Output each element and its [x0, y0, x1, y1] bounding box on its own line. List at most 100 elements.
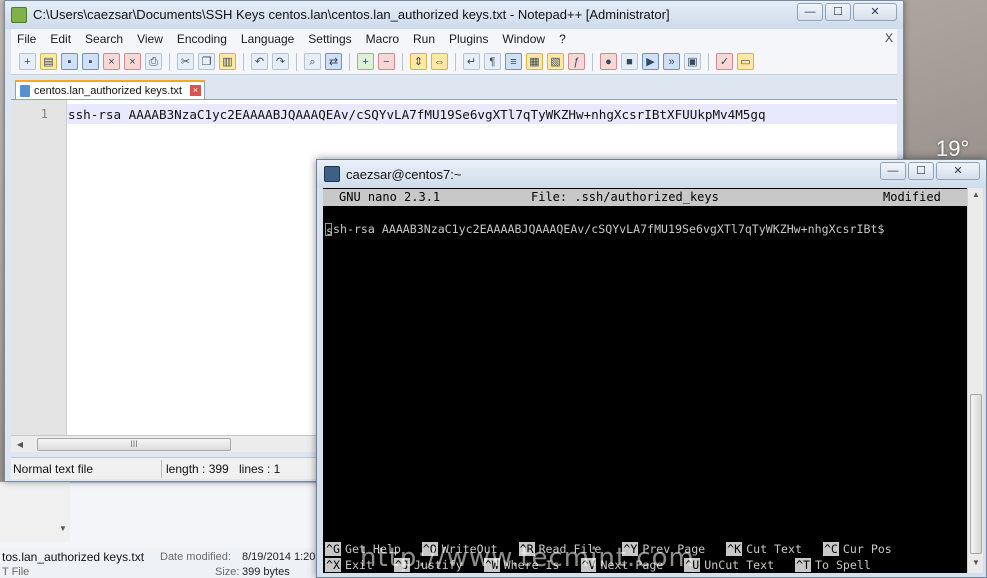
- function-list-icon[interactable]: ƒ: [568, 53, 585, 70]
- date-modified-label: Date modified:: [160, 551, 231, 563]
- tab-close-icon[interactable]: ×: [189, 85, 201, 96]
- close-icon[interactable]: ×: [103, 53, 120, 70]
- save-icon[interactable]: ▪: [61, 53, 78, 70]
- find-icon[interactable]: ⌕: [304, 53, 321, 70]
- nano-text-line[interactable]: ssh-rsa AAAAB3NzaC1yc2EAAAABJQAAAQEAv/cS…: [325, 222, 885, 238]
- putty-maximize-button[interactable]: ☐: [908, 162, 934, 180]
- nano-line-text: sh-rsa AAAAB3NzaC1yc2EAAAABJQAAAQEAv/cSQ…: [333, 222, 885, 236]
- shortcut-cur-pos: ^C Cur Pos: [822, 542, 892, 556]
- folder-icon[interactable]: ▭: [737, 53, 754, 70]
- status-length: length : 399: [166, 462, 229, 476]
- terminal-screen[interactable]: GNU nano 2.3.1 File: .ssh/authorized_key…: [323, 188, 967, 573]
- scroll-left-icon[interactable]: ◀: [13, 438, 27, 451]
- date-modified-value: 8/19/2014 1:20: [242, 551, 316, 563]
- terminal-scroll-thumb[interactable]: [970, 394, 982, 554]
- menu-view[interactable]: View: [137, 32, 163, 46]
- scroll-up-icon[interactable]: ▲: [970, 190, 982, 203]
- toolbar-separator: [296, 52, 297, 71]
- status-divider: [161, 460, 162, 478]
- zoom-out-icon[interactable]: −: [378, 53, 395, 70]
- menu-macro[interactable]: Macro: [366, 32, 399, 46]
- line-number-gutter: 1: [11, 100, 67, 436]
- notepadpp-titlebar[interactable]: C:\Users\caezsar\Documents\SSH Keys cent…: [5, 1, 903, 29]
- replace-icon[interactable]: ⇄: [325, 53, 342, 70]
- size-label: Size:: [215, 566, 240, 578]
- notepadpp-app-icon: [11, 7, 27, 23]
- undo-icon[interactable]: ↶: [251, 53, 268, 70]
- explorer-details-pane: tos.lan_authorized keys.txt Date modifie…: [0, 548, 330, 578]
- shortcut-cut-text: ^K Cut Text: [726, 542, 802, 556]
- status-file-type: Normal text file: [13, 462, 94, 476]
- cut-icon[interactable]: ✂: [177, 53, 194, 70]
- scroll-down-icon[interactable]: ▼: [970, 558, 982, 571]
- shortcut-to-spell: ^T To Spell: [795, 558, 871, 572]
- run-multiple-icon[interactable]: »: [663, 53, 680, 70]
- horizontal-scrollbar[interactable]: ◀ III: [11, 435, 331, 452]
- toolbar-separator: [402, 52, 403, 71]
- close-all-icon[interactable]: ×: [124, 53, 141, 70]
- stop-macro-icon[interactable]: ■: [621, 53, 638, 70]
- close-button[interactable]: ✕: [853, 3, 897, 21]
- play-macro-icon[interactable]: ▶: [642, 53, 659, 70]
- scroll-thumb[interactable]: III: [37, 438, 231, 451]
- open-file-icon[interactable]: ▤: [40, 53, 57, 70]
- udl-icon[interactable]: ▦: [526, 53, 543, 70]
- menu-window[interactable]: Window: [502, 32, 545, 46]
- copy-icon[interactable]: ❐: [198, 53, 215, 70]
- sync-v-icon[interactable]: ⇕: [410, 53, 427, 70]
- editor-line-1[interactable]: ssh-rsa AAAAB3NzaC1yc2EAAAABJQAAAQEAv/cS…: [68, 107, 898, 122]
- putty-minimize-button[interactable]: —: [880, 162, 906, 180]
- menu-plugins[interactable]: Plugins: [449, 32, 488, 46]
- status-bar: Normal text file length : 399 lines : 1: [11, 457, 331, 479]
- editor-keyword: ssh-rsa: [68, 107, 122, 122]
- save-macro-icon[interactable]: ▣: [684, 53, 701, 70]
- explorer-file-name[interactable]: tos.lan_authorized keys.txt: [2, 550, 144, 564]
- print-icon[interactable]: ⎙: [145, 53, 162, 70]
- nano-modified-state: Modified: [883, 190, 941, 204]
- paste-icon[interactable]: ▥: [219, 53, 236, 70]
- size-value: 399 bytes: [242, 566, 290, 578]
- menu-file[interactable]: File: [17, 32, 36, 46]
- menu-search[interactable]: Search: [85, 32, 123, 46]
- nano-title-bar: GNU nano 2.3.1 File: .ssh/authorized_key…: [323, 189, 967, 206]
- toolbar: + ▤ ▪ ▪ × × ⎙ ✂ ❐ ▥ ↶ ↷ ⌕ ⇄ + − ⇕ ⇔ ↵ ¶ …: [11, 49, 897, 75]
- menu-help[interactable]: ?: [559, 32, 566, 46]
- tab-label: centos.lan_authorized keys.txt: [34, 84, 182, 97]
- toolbar-separator: [455, 52, 456, 71]
- indent-guide-icon[interactable]: ≡: [505, 53, 522, 70]
- toolbar-separator: [169, 52, 170, 71]
- minimize-button[interactable]: —: [797, 3, 823, 21]
- wrap-icon[interactable]: ↵: [463, 53, 480, 70]
- spellcheck-icon[interactable]: ✓: [716, 53, 733, 70]
- menu-edit[interactable]: Edit: [50, 32, 71, 46]
- putty-close-button[interactable]: ✕: [936, 162, 980, 180]
- status-lines: lines : 1: [239, 462, 281, 476]
- putty-app-icon: [324, 166, 340, 182]
- menu-language[interactable]: Language: [241, 32, 294, 46]
- explorer-scrollbar[interactable]: ▼: [0, 482, 70, 542]
- toolbar-separator: [592, 52, 593, 71]
- sync-h-icon[interactable]: ⇔: [431, 53, 448, 70]
- close-document-icon[interactable]: X: [885, 31, 893, 45]
- menu-encoding[interactable]: Encoding: [177, 32, 227, 46]
- menu-settings[interactable]: Settings: [308, 32, 351, 46]
- record-macro-icon[interactable]: ●: [600, 53, 617, 70]
- redo-icon[interactable]: ↷: [272, 53, 289, 70]
- scroll-down-arrow-icon[interactable]: ▼: [56, 522, 70, 536]
- tab-authorized-keys[interactable]: centos.lan_authorized keys.txt ×: [15, 80, 205, 99]
- show-all-icon[interactable]: ¶: [484, 53, 501, 70]
- putty-title: caezsar@centos7:~: [346, 167, 462, 182]
- putty-window: caezsar@centos7:~ — ☐ ✕ GNU nano 2.3.1 F…: [316, 159, 987, 578]
- putty-titlebar[interactable]: caezsar@centos7:~ — ☐ ✕: [317, 160, 986, 188]
- nano-file-name: File: .ssh/authorized_keys: [531, 190, 719, 204]
- menu-run[interactable]: Run: [413, 32, 435, 46]
- maximize-button[interactable]: ☐: [825, 3, 851, 21]
- doc-map-icon[interactable]: ▧: [547, 53, 564, 70]
- zoom-in-icon[interactable]: +: [357, 53, 374, 70]
- new-file-icon[interactable]: +: [19, 53, 36, 70]
- window-title: C:\Users\caezsar\Documents\SSH Keys cent…: [33, 7, 670, 22]
- editor-key-text: AAAAB3NzaC1yc2EAAAABJQAAAQEAv/cSQYvLA7fM…: [121, 107, 766, 122]
- document-icon: [20, 84, 30, 97]
- save-all-icon[interactable]: ▪: [82, 53, 99, 70]
- terminal-vertical-scrollbar[interactable]: ▲ ▼: [967, 188, 983, 573]
